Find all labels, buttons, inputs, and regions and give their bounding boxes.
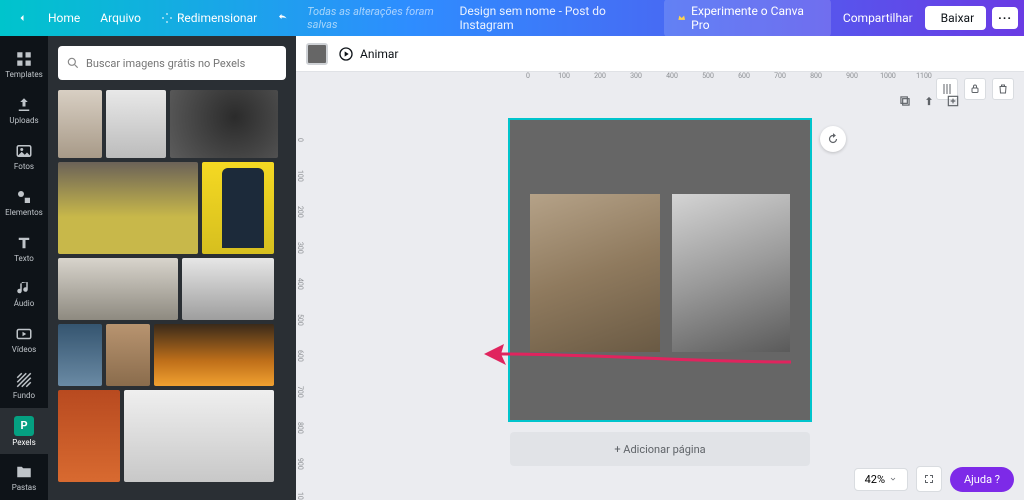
undo-button[interactable] [267,8,299,28]
duplicate-page-icon[interactable] [898,94,912,108]
side-panel: ‹ [48,36,296,500]
thumb[interactable] [58,324,102,386]
thumb[interactable] [202,162,274,254]
save-status: Todas as alterações foram salvas [307,5,459,31]
animate-button[interactable]: Animar [338,46,399,62]
thumb[interactable] [58,162,198,254]
add-page-icon[interactable] [946,94,960,108]
lock-button[interactable] [964,78,986,100]
search-input[interactable] [86,57,278,70]
sidebar-item-pexels[interactable]: PPexels [0,408,48,454]
try-pro-button[interactable]: Experimente o Canva Pro [664,0,831,37]
thumb[interactable] [58,258,178,320]
canvas-image-right[interactable] [672,194,790,352]
sidebar-item-templates[interactable]: Templates [0,42,48,88]
fill-color-swatch[interactable] [306,43,328,65]
animate-icon [338,46,354,62]
thumb[interactable] [182,258,274,320]
doc-title[interactable]: Design sem nome - Post do Instagram [459,4,653,32]
sidebar-item-elementos[interactable]: Elementos [0,179,48,225]
back-button[interactable] [6,8,38,28]
thumb[interactable] [154,324,274,386]
add-page-button[interactable]: + Adicionar página [510,432,810,466]
image-grid [58,90,286,490]
sidebar-item-uploads[interactable]: Uploads [0,88,48,134]
thumb[interactable] [106,90,166,158]
share-button[interactable]: Compartilhar [831,6,925,30]
download-button[interactable]: Baixar [925,6,986,30]
help-button[interactable]: Ajuda ? [950,467,1014,492]
canvas-page[interactable] [510,120,810,420]
sidebar-item-pastas[interactable]: Pastas [0,454,48,500]
resize-button[interactable]: Redimensionar [151,7,267,29]
home-link[interactable]: Home [38,7,90,29]
refresh-page-button[interactable] [820,126,846,152]
vertical-nav: Templates Uploads Fotos Elementos Texto … [0,36,48,500]
sidebar-item-texto[interactable]: Texto [0,225,48,271]
sidebar-item-audio[interactable]: Áudio [0,271,48,317]
file-menu[interactable]: Arquivo [90,7,151,29]
sidebar-item-videos[interactable]: Vídeos [0,317,48,363]
zoom-control[interactable]: 42% [854,468,908,491]
canvas-toolbar: Animar [296,36,1024,72]
delete-button[interactable] [992,78,1014,100]
page-actions [660,94,960,108]
ruler-horizontal: 010020030040050060070080090010001100 [296,72,1024,86]
canvas-image-left[interactable] [530,194,660,352]
fullscreen-button[interactable] [916,466,942,492]
canvas-scroll[interactable]: 010020030040050060070080090010001100 010… [296,72,1024,500]
more-button[interactable]: ··· [992,7,1018,29]
sidebar-item-fotos[interactable]: Fotos [0,134,48,180]
thumb[interactable] [170,90,278,158]
canvas-area: Animar 010020030040050060070080090010001… [296,36,1024,500]
search-icon [66,56,80,70]
topbar: Home Arquivo Redimensionar Todas as alte… [0,0,1024,36]
thumb[interactable] [58,90,102,158]
reorder-up-icon[interactable] [922,94,936,108]
thumb[interactable] [58,390,120,482]
canvas-footer: 42% Ajuda ? [854,466,1014,492]
thumb[interactable] [106,324,150,386]
thumb[interactable] [124,390,274,482]
sidebar-item-fundo[interactable]: Fundo [0,363,48,409]
search-box[interactable] [58,46,286,80]
